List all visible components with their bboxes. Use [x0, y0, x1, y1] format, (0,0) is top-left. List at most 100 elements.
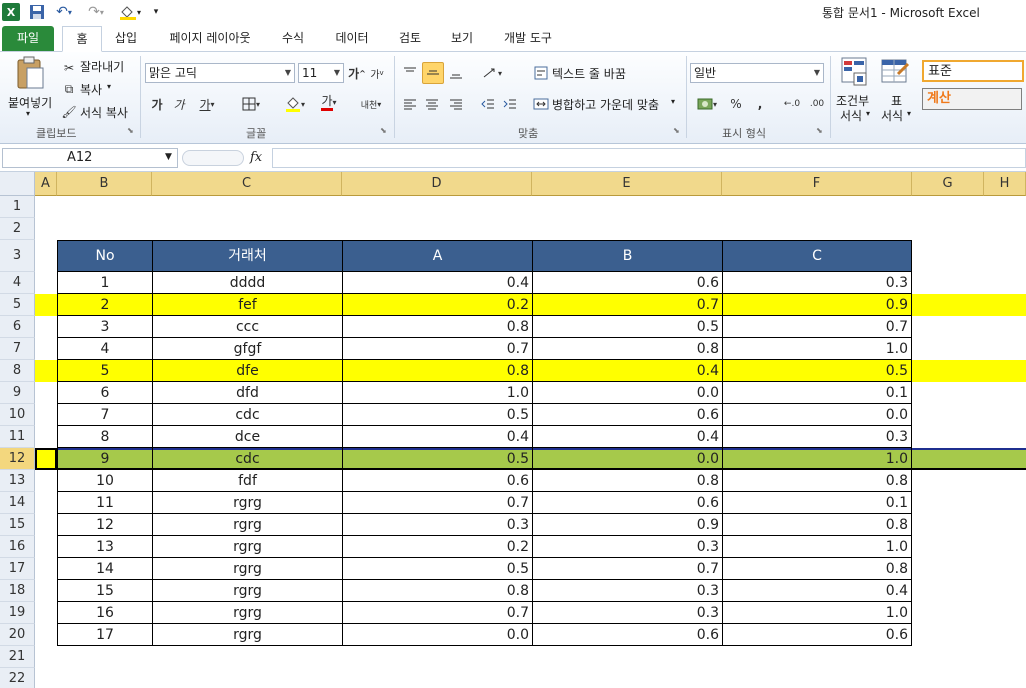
- table-cell[interactable]: 14: [57, 558, 152, 580]
- number-format-select[interactable]: 일반 ▼: [690, 63, 824, 83]
- table-cell[interactable]: 4: [57, 338, 152, 360]
- grow-font-button[interactable]: 가 ^: [348, 63, 366, 83]
- tab-home[interactable]: 홈: [62, 26, 102, 52]
- table-cell[interactable]: 0.0: [532, 382, 722, 404]
- table-cell[interactable]: 0.8: [722, 558, 912, 580]
- tab-formulas[interactable]: 수식: [274, 26, 312, 51]
- table-cell[interactable]: dfe: [152, 360, 342, 382]
- paste-icon[interactable]: [14, 56, 46, 92]
- align-bottom-icon[interactable]: [446, 63, 466, 83]
- row-header-18[interactable]: 18: [0, 580, 35, 602]
- table-cell[interactable]: 0.0: [342, 624, 532, 646]
- table-cell[interactable]: 9: [57, 448, 152, 470]
- scissors-icon[interactable]: ✂: [60, 58, 78, 78]
- paste-button[interactable]: 붙여넣기: [8, 94, 52, 111]
- tab-view[interactable]: 보기: [442, 26, 482, 51]
- decrease-decimal-button[interactable]: .00: [806, 94, 828, 114]
- table-cell[interactable]: 0.5: [342, 558, 532, 580]
- table-cell[interactable]: 0.7: [342, 492, 532, 514]
- column-header-c[interactable]: C: [152, 172, 342, 196]
- increase-decimal-button[interactable]: ←.0: [780, 94, 804, 114]
- font-name-select[interactable]: 맑은 고딕 ▼: [145, 63, 295, 83]
- paste-dropdown-icon[interactable]: ▾: [26, 109, 30, 118]
- redo-icon[interactable]: ↷ ▾: [84, 3, 108, 21]
- excel-icon[interactable]: X: [2, 3, 20, 21]
- table-header-cell[interactable]: A: [342, 240, 532, 272]
- borders-icon[interactable]: ▾: [236, 94, 266, 114]
- table-cell[interactable]: 0.2: [342, 294, 532, 316]
- table-cell[interactable]: 0.8: [342, 316, 532, 338]
- name-box[interactable]: A12: [2, 148, 178, 168]
- column-header-g[interactable]: G: [912, 172, 984, 196]
- table-cell[interactable]: cdc: [152, 448, 342, 470]
- row-header-20[interactable]: 20: [0, 624, 35, 646]
- row-header-3[interactable]: 3: [0, 240, 35, 272]
- row-header-22[interactable]: 22: [0, 668, 35, 688]
- conditional-dropdown-icon[interactable]: ▾: [866, 109, 870, 118]
- table-cell[interactable]: fef: [152, 294, 342, 316]
- table-cell[interactable]: 0.3: [722, 426, 912, 448]
- table-cell[interactable]: 0.2: [342, 536, 532, 558]
- row-header-15[interactable]: 15: [0, 514, 35, 536]
- table-cell[interactable]: 0.4: [532, 360, 722, 382]
- table-cell[interactable]: 0.7: [532, 294, 722, 316]
- percent-button[interactable]: %: [726, 94, 746, 114]
- table-format-label2[interactable]: 서식: [881, 107, 903, 124]
- table-cell[interactable]: 1: [57, 272, 152, 294]
- table-cell[interactable]: 0.6: [532, 624, 722, 646]
- column-header-e[interactable]: E: [532, 172, 722, 196]
- underline-button[interactable]: 가 ▾: [194, 94, 220, 114]
- table-cell[interactable]: 0.7: [722, 316, 912, 338]
- table-cell[interactable]: 0.9: [722, 294, 912, 316]
- tab-file[interactable]: 파일: [2, 26, 54, 51]
- paint-bucket-icon[interactable]: ▾: [116, 3, 144, 21]
- tab-page-layout[interactable]: 페이지 레이아웃: [158, 26, 262, 51]
- table-header-cell[interactable]: 거래처: [152, 240, 342, 272]
- table-cell[interactable]: 0.9: [532, 514, 722, 536]
- table-cell[interactable]: 13: [57, 536, 152, 558]
- table-cell[interactable]: 0.5: [532, 316, 722, 338]
- alignment-launcher-icon[interactable]: ⬊: [673, 126, 680, 135]
- row-header-21[interactable]: 21: [0, 646, 35, 668]
- name-box-dropdown-icon[interactable]: ▼: [165, 152, 172, 162]
- table-header-cell[interactable]: B: [532, 240, 722, 272]
- save-icon[interactable]: [28, 3, 46, 21]
- phonetic-button[interactable]: 내천 ▾: [356, 94, 386, 114]
- table-cell[interactable]: 2: [57, 294, 152, 316]
- table-cell[interactable]: 17: [57, 624, 152, 646]
- table-cell[interactable]: 0.7: [342, 602, 532, 624]
- table-cell[interactable]: 0.5: [342, 448, 532, 470]
- table-cell[interactable]: 0.6: [532, 404, 722, 426]
- format-painter-icon[interactable]: 🖌: [60, 102, 78, 122]
- table-cell[interactable]: 0.6: [532, 492, 722, 514]
- formula-divider-handle[interactable]: [182, 150, 244, 166]
- table-cell[interactable]: 0.8: [532, 470, 722, 492]
- decrease-indent-icon[interactable]: [478, 94, 498, 114]
- table-cell[interactable]: 16: [57, 602, 152, 624]
- merge-center-icon[interactable]: [532, 94, 550, 114]
- tab-developer[interactable]: 개발 도구: [494, 26, 562, 51]
- table-cell[interactable]: 12: [57, 514, 152, 536]
- insert-function-button[interactable]: fx: [250, 150, 262, 165]
- table-cell[interactable]: 0.8: [722, 470, 912, 492]
- style-calculation[interactable]: 계산: [922, 88, 1022, 110]
- align-top-icon[interactable]: [400, 63, 420, 83]
- worksheet-grid[interactable]: A B C D E F G H 1 2 3 4 5 6 7 8 9 10 11 12 13 14 15 16 17 18 19 20 2…: [0, 172, 1026, 688]
- orientation-icon[interactable]: ▾: [478, 63, 506, 83]
- align-center-icon[interactable]: [422, 94, 442, 114]
- column-header-f[interactable]: F: [722, 172, 912, 196]
- table-format-icon[interactable]: [880, 56, 910, 88]
- row-header-13[interactable]: 13: [0, 470, 35, 492]
- table-cell[interactable]: rgrg: [152, 558, 342, 580]
- merge-dropdown-icon[interactable]: ▾: [671, 97, 675, 106]
- table-cell[interactable]: 8: [57, 426, 152, 448]
- table-cell[interactable]: 0.4: [342, 426, 532, 448]
- merge-center-button[interactable]: 병합하고 가운데 맞춤: [552, 96, 659, 113]
- clipboard-launcher-icon[interactable]: ⬊: [127, 126, 134, 135]
- active-cell[interactable]: [35, 448, 57, 470]
- table-cell[interactable]: 0.3: [722, 272, 912, 294]
- copy-icon[interactable]: ⧉: [60, 79, 78, 99]
- table-cell[interactable]: 1.0: [722, 602, 912, 624]
- select-all-button[interactable]: [0, 172, 35, 196]
- table-cell[interactable]: 10: [57, 470, 152, 492]
